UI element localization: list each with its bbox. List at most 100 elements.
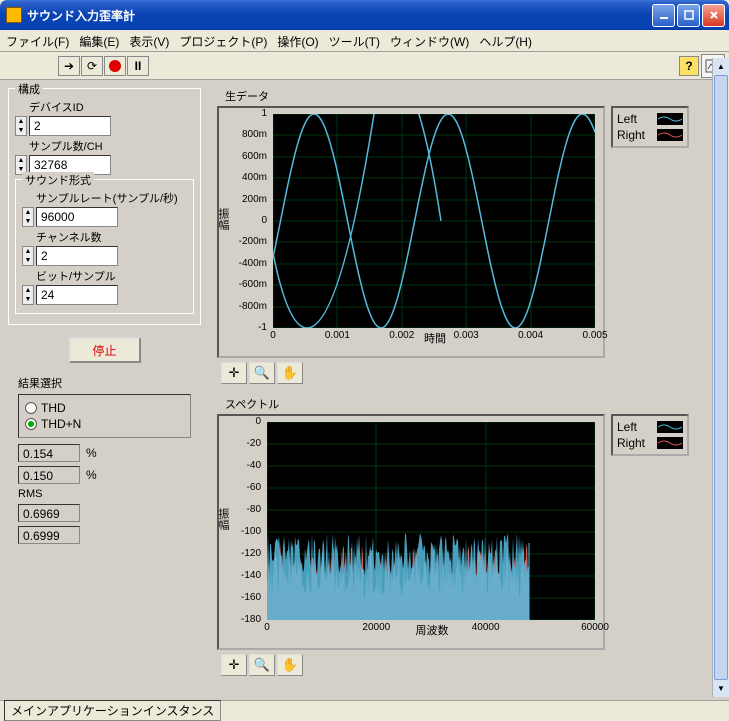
sample-rate-label: サンプルレート(サンプル/秒) xyxy=(36,190,187,206)
channels-spinner[interactable]: ▲▼ xyxy=(22,246,34,266)
tick-label: 400m xyxy=(229,172,267,183)
zoom-tool-icon[interactable]: 🔍 xyxy=(249,654,275,676)
menu-tools[interactable]: ツール(T) xyxy=(329,33,380,48)
tick-label: 0.001 xyxy=(322,330,352,341)
cursor-tool-icon[interactable]: ✛ xyxy=(221,362,247,384)
tick-label: 1 xyxy=(229,108,267,119)
tick-label: 200m xyxy=(229,194,267,205)
run-button[interactable]: ➔ xyxy=(58,56,80,76)
scroll-thumb[interactable] xyxy=(714,75,728,680)
raw-chart-plot[interactable] xyxy=(273,114,595,328)
legend-left-swatch xyxy=(657,113,683,125)
help-icon[interactable]: ? xyxy=(679,56,699,76)
thdn-label: THD+N xyxy=(41,417,81,431)
run-continuous-button[interactable]: ⟳ xyxy=(81,56,103,76)
raw-chart-title: 生データ xyxy=(225,88,721,104)
spectrum-chart-section: スペクトル 振幅 0-20-40-60-80-100-120-140-16 xyxy=(217,396,721,676)
tick-label: -200m xyxy=(229,236,267,247)
tick-label: -20 xyxy=(229,438,261,449)
maximize-button[interactable] xyxy=(677,4,700,27)
tick-label: -80 xyxy=(229,504,261,515)
tick-label: 20000 xyxy=(358,622,394,633)
left-panel: 構成 デバイスID ▲▼ 2 サンプル数/CH ▲▼ 32768 サウンド形式 … xyxy=(0,80,209,700)
spectrum-chart-title: スペクトル xyxy=(225,396,721,412)
channels-input[interactable]: 2 xyxy=(36,246,118,266)
tick-label: 0.002 xyxy=(387,330,417,341)
window-title: サウンド入力歪率計 xyxy=(27,7,650,24)
right-panel: 生データ 振幅 180 xyxy=(209,80,729,700)
tick-label: -140 xyxy=(229,570,261,581)
pan-tool-icon[interactable]: ✋ xyxy=(277,362,303,384)
record-button[interactable] xyxy=(104,56,126,76)
raw-chart-section: 生データ 振幅 180 xyxy=(217,88,721,384)
titlebar: サウンド入力歪率計 xyxy=(0,0,729,30)
legend-right-swatch xyxy=(657,129,683,141)
tick-label: 0.004 xyxy=(516,330,546,341)
menu-window[interactable]: ウィンドウ(W) xyxy=(390,33,469,48)
result-value-2: 0.150 xyxy=(18,466,80,484)
spectrum-chart-box: 振幅 0-20-40-60-80-100-120-140-160-180 020… xyxy=(217,414,605,650)
vertical-scrollbar[interactable]: ▲ ▼ xyxy=(712,58,729,697)
thdn-radio-row[interactable]: THD+N xyxy=(25,417,184,431)
scroll-down-icon[interactable]: ▼ xyxy=(713,680,729,697)
config-group: 構成 デバイスID ▲▼ 2 サンプル数/CH ▲▼ 32768 サウンド形式 … xyxy=(8,88,201,325)
spectrum-legend: Left Right xyxy=(611,414,689,456)
tick-label: 60000 xyxy=(577,622,613,633)
bits-spinner[interactable]: ▲▼ xyxy=(22,285,34,305)
device-id-spinner[interactable]: ▲▼ xyxy=(15,116,27,136)
menu-edit[interactable]: 編集(E) xyxy=(79,33,119,48)
menu-view[interactable]: 表示(V) xyxy=(129,33,169,48)
channels-label: チャンネル数 xyxy=(36,229,187,245)
menu-operate[interactable]: 操作(O) xyxy=(277,33,318,48)
result-radio-group: THD THD+N xyxy=(18,394,191,438)
menu-file[interactable]: ファイル(F) xyxy=(6,33,69,48)
menubar: ファイル(F) 編集(E) 表示(V) プロジェクト(P) 操作(O) ツール(… xyxy=(0,30,729,52)
pan-tool-icon[interactable]: ✋ xyxy=(277,654,303,676)
tick-label: -800m xyxy=(229,301,267,312)
tick-label: -120 xyxy=(229,548,261,559)
thd-radio-row[interactable]: THD xyxy=(25,401,184,415)
menu-help[interactable]: ヘルプ(H) xyxy=(479,33,532,48)
pause-button[interactable]: II xyxy=(127,56,149,76)
spectrum-plot-svg xyxy=(267,422,595,620)
legend-left-swatch xyxy=(657,421,683,433)
legend-left-label: Left xyxy=(617,420,637,434)
result-select-label: 結果選択 xyxy=(18,375,201,391)
zoom-tool-icon[interactable]: 🔍 xyxy=(249,362,275,384)
sample-rate-spinner[interactable]: ▲▼ xyxy=(22,207,34,227)
bits-input[interactable]: 24 xyxy=(36,285,118,305)
legend-left-label: Left xyxy=(617,112,637,126)
raw-chart-box: 振幅 1800m600m400m200m0-200m-400m-600m- xyxy=(217,106,605,358)
tick-label: 40000 xyxy=(468,622,504,633)
spectrum-chart-plot[interactable] xyxy=(267,422,595,620)
app-icon xyxy=(6,7,22,23)
thd-label: THD xyxy=(41,401,66,415)
rms-value-1: 0.6969 xyxy=(18,504,80,522)
tick-label: 0.003 xyxy=(451,330,481,341)
radio-icon xyxy=(25,418,37,430)
minimize-button[interactable] xyxy=(652,4,675,27)
percent-label: % xyxy=(86,468,97,482)
result-value-1: 0.154 xyxy=(18,444,80,462)
stop-button[interactable]: 停止 xyxy=(69,337,141,363)
sound-format-label: サウンド形式 xyxy=(22,172,94,188)
legend-right-swatch xyxy=(657,437,683,449)
tick-label: -100 xyxy=(229,526,261,537)
rms-label: RMS xyxy=(18,488,201,500)
tick-label: 0 xyxy=(229,215,267,226)
bits-label: ビット/サンプル xyxy=(36,268,187,284)
device-id-input[interactable]: 2 xyxy=(29,116,111,136)
sample-rate-input[interactable]: 96000 xyxy=(36,207,118,227)
tick-label: 0 xyxy=(258,330,288,341)
tick-label: 0 xyxy=(229,416,261,427)
spectrum-graph-palette: ✛ 🔍 ✋ xyxy=(221,654,721,676)
close-button[interactable] xyxy=(702,4,725,27)
scroll-up-icon[interactable]: ▲ xyxy=(713,58,729,75)
cursor-tool-icon[interactable]: ✛ xyxy=(221,654,247,676)
tick-label: -600m xyxy=(229,279,267,290)
samples-label: サンプル数/CH xyxy=(29,138,194,154)
menu-project[interactable]: プロジェクト(P) xyxy=(179,33,267,48)
raw-legend: Left Right xyxy=(611,106,689,148)
percent-label: % xyxy=(86,446,97,460)
legend-right-label: Right xyxy=(617,436,645,450)
